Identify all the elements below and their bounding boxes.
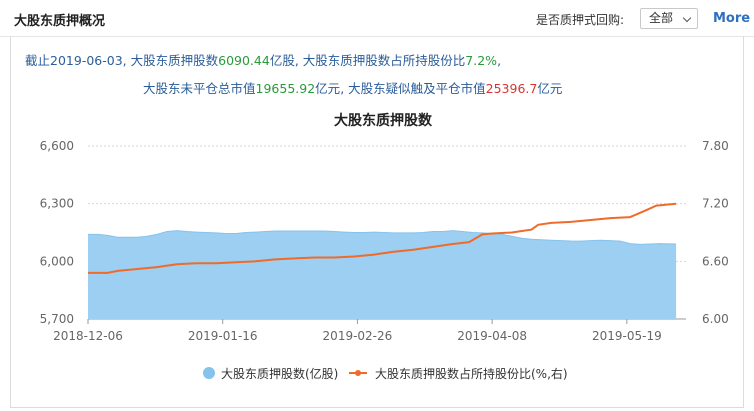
y-left-tick-label: 6,300 [40, 197, 74, 211]
y-left-tick-label: 6,000 [40, 254, 74, 268]
pledge-chart: 大股东质押股数 6,600 7.80 6,300 7.20 6,000 6.60 5,700… [40, 112, 729, 381]
x-tick-label: 2019-05-19 [592, 329, 662, 343]
legend-area-label: 大股东质押股数(亿股) [221, 366, 338, 381]
legend-line-label: 大股东质押股数占所持股份比(%,右) [375, 366, 568, 381]
y-left-tick-label: 6,600 [40, 139, 74, 153]
y-left-tick-label: 5,700 [40, 312, 74, 326]
y-right-tick-label: 7.20 [702, 197, 729, 211]
y-right-tick-label: 7.80 [702, 139, 729, 153]
pledged-shares-area [88, 230, 677, 319]
legend-line-marker [355, 370, 361, 376]
x-tick-label: 2018-12-06 [53, 329, 123, 343]
y-right-tick-label: 6.00 [702, 312, 729, 326]
x-tick-label: 2019-01-16 [188, 329, 258, 343]
chart-legend: 大股东质押股数(亿股) 大股东质押股数占所持股份比(%,右) [203, 366, 568, 381]
y-right-tick-label: 6.60 [702, 254, 729, 268]
chart-title: 大股东质押股数 [334, 112, 433, 129]
x-tick-label: 2019-02-26 [323, 329, 393, 343]
x-tick-label: 2019-04-08 [457, 329, 527, 343]
legend-area-icon [203, 367, 215, 379]
